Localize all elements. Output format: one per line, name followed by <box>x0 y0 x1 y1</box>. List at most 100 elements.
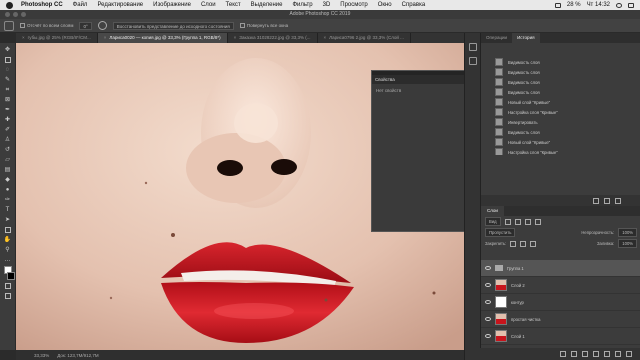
menu-edit[interactable]: Редактирование <box>97 2 143 8</box>
tab-history[interactable]: История <box>512 33 540 43</box>
tab-doc-2[interactable]: × Лариса0020 — копия.jpg @ 33,3% (Группа … <box>97 33 228 43</box>
type-tool-icon[interactable]: T <box>3 206 12 214</box>
close-tab-icon[interactable]: × <box>324 33 327 43</box>
history-item[interactable]: Видимость слоя <box>481 77 640 87</box>
rotation-angle-field[interactable]: 0° <box>79 21 92 30</box>
doc-size[interactable]: Док: 123,7M/912,7M <box>57 353 98 358</box>
new-layer-icon[interactable] <box>615 351 621 357</box>
close-window-icon[interactable] <box>5 12 10 17</box>
close-tab-icon[interactable]: × <box>22 33 25 43</box>
history-panel-icon[interactable] <box>468 43 477 51</box>
close-tab-icon[interactable]: × <box>104 33 107 43</box>
layer-row[interactable]: контур <box>481 294 640 311</box>
zoom-window-icon[interactable] <box>21 12 26 17</box>
apple-icon[interactable] <box>6 1 13 9</box>
lock-all-icon[interactable] <box>530 240 537 247</box>
tab-actions[interactable]: Операции <box>481 33 512 43</box>
pen-tool-icon[interactable]: ✑ <box>3 196 12 204</box>
layer-row[interactable]: Слой 2 <box>481 277 640 294</box>
wifi-icon[interactable] <box>554 2 561 8</box>
tab-doc-3[interactable]: × Заказка 31028222.jpg @ 33,3% (... <box>228 33 318 43</box>
history-brush-tool-icon[interactable]: ↺ <box>3 146 12 154</box>
close-tab-icon[interactable]: × <box>234 33 237 43</box>
snapshot-icon[interactable] <box>604 197 610 204</box>
rotation-dial-icon[interactable] <box>97 21 107 30</box>
menu-layers[interactable]: Слои <box>201 2 216 8</box>
history-item[interactable]: Инвертировать <box>481 117 640 127</box>
lock-position-icon[interactable] <box>520 240 527 247</box>
history-item[interactable]: Настройка слоя "Кривые" <box>481 107 640 117</box>
battery-level[interactable]: 28 % <box>567 2 581 8</box>
eyedropper-tool-icon[interactable]: ✒ <box>3 106 12 114</box>
adjustment-layer-icon[interactable] <box>593 351 599 357</box>
clock[interactable]: Чт 14:32 <box>587 2 610 8</box>
new-document-from-state-icon[interactable] <box>593 197 599 204</box>
delete-layer-icon[interactable] <box>626 351 632 357</box>
history-item[interactable]: Видимость слоя <box>481 67 640 77</box>
filter-shape-icon[interactable] <box>534 218 541 225</box>
rotate-view-tool-icon[interactable] <box>4 20 14 31</box>
sample-all-layers-option[interactable]: Отсчёт по всем слоям <box>20 23 73 29</box>
visibility-eye-icon[interactable] <box>485 300 491 304</box>
filter-adjustment-icon[interactable] <box>514 218 521 225</box>
opacity-input[interactable]: 100% <box>618 228 637 237</box>
menu-view[interactable]: Просмотр <box>340 2 367 8</box>
trash-icon[interactable] <box>615 197 621 204</box>
link-layers-icon[interactable] <box>560 351 566 357</box>
brush-tool-icon[interactable]: ✐ <box>3 126 12 134</box>
menu-image[interactable]: Изображение <box>153 2 191 8</box>
more-tools-icon[interactable]: … <box>3 256 12 264</box>
quick-select-tool-icon[interactable]: ✎ <box>3 76 12 84</box>
shape-tool-icon[interactable] <box>3 226 12 234</box>
frame-tool-icon[interactable]: ⊠ <box>3 96 12 104</box>
layer-style-icon[interactable] <box>571 351 577 357</box>
layer-kind-filter[interactable]: Вид <box>485 217 501 226</box>
search-icon[interactable] <box>616 2 622 8</box>
visibility-eye-icon[interactable] <box>485 266 491 270</box>
visibility-eye-icon[interactable] <box>485 334 491 338</box>
menu-select[interactable]: Выделение <box>251 2 283 8</box>
screen-mode-icon[interactable] <box>3 292 12 300</box>
history-item[interactable]: Настройка слоя "Кривые" <box>481 147 640 155</box>
quick-mask-icon[interactable] <box>3 282 12 290</box>
history-item[interactable]: Новый слой "Кривые" <box>481 137 640 147</box>
tab-doc-1[interactable]: × губы.jpg @ 25% (RGB/8*/CM... <box>16 33 98 43</box>
filter-type-icon[interactable] <box>524 218 531 225</box>
filter-pixel-icon[interactable] <box>504 218 511 225</box>
healing-brush-tool-icon[interactable]: ✚ <box>3 116 12 124</box>
history-item[interactable]: Видимость слоя <box>481 87 640 97</box>
layer-row[interactable]: Группа 1 <box>481 260 640 277</box>
eraser-tool-icon[interactable]: ▱ <box>3 156 12 164</box>
menu-file[interactable]: Файл <box>73 2 88 8</box>
gradient-tool-icon[interactable]: ▤ <box>3 166 12 174</box>
visibility-eye-icon[interactable] <box>485 283 491 287</box>
move-tool-icon[interactable]: ✥ <box>3 46 12 54</box>
clone-stamp-tool-icon[interactable]: ♙ <box>3 136 12 144</box>
history-item[interactable]: Новый слой "Кривые" <box>481 97 640 107</box>
dodge-tool-icon[interactable]: ● <box>3 186 12 194</box>
properties-panel-icon[interactable] <box>468 57 477 65</box>
menu-list-icon[interactable] <box>628 2 634 8</box>
menu-window[interactable]: Окно <box>378 2 392 8</box>
background-color-swatch[interactable] <box>6 272 15 280</box>
zoom-tool-icon[interactable]: ⚲ <box>3 246 12 254</box>
app-name-menu[interactable]: Photoshop CC <box>21 2 63 8</box>
checkbox-icon[interactable] <box>20 23 25 29</box>
checkbox-icon[interactable] <box>239 23 245 29</box>
layer-row[interactable]: Слой 1 <box>481 328 640 345</box>
blend-mode-select[interactable]: Пропустить <box>485 228 516 237</box>
add-mask-icon[interactable] <box>582 351 588 357</box>
blur-tool-icon[interactable]: ◆ <box>3 176 12 184</box>
tab-doc-4[interactable]: × Лариса0796 2.jpg @ 33,3% (Слой ... <box>318 33 411 43</box>
marquee-tool-icon[interactable] <box>3 56 12 64</box>
visibility-eye-icon[interactable] <box>485 317 491 321</box>
menu-type[interactable]: Текст <box>226 2 241 8</box>
history-item[interactable]: Видимость слоя <box>481 57 640 67</box>
restore-view-button[interactable]: Восстановить представление до исходного … <box>112 21 234 30</box>
zoom-level[interactable]: 33,33% <box>34 353 49 358</box>
layer-row[interactable]: простая чистка <box>481 311 640 328</box>
hand-tool-icon[interactable]: ✋ <box>3 236 12 244</box>
minimize-window-icon[interactable] <box>13 12 18 17</box>
menu-filter[interactable]: Фильтр <box>292 2 312 8</box>
menu-3d[interactable]: 3D <box>323 2 331 8</box>
